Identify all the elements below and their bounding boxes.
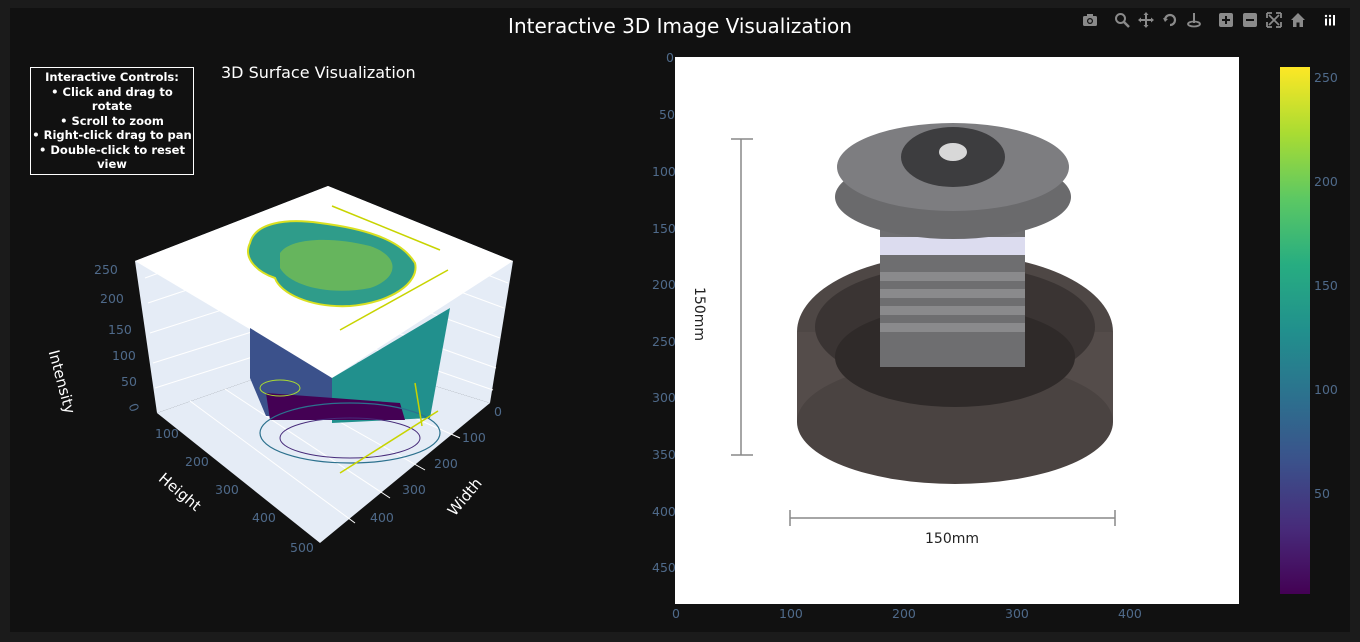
- autoscale-icon[interactable]: [1262, 10, 1286, 30]
- z-tick: 200: [100, 291, 124, 306]
- zoom-out-icon[interactable]: [1238, 10, 1262, 30]
- x-tick: 200: [185, 454, 209, 469]
- image-y-tick: 0: [666, 50, 674, 65]
- y-tick: 0: [494, 404, 502, 419]
- y-tick: 200: [434, 456, 458, 471]
- controls-line-zoom: • Scroll to zoom: [60, 113, 164, 128]
- x-tick: 300: [215, 482, 239, 497]
- plotly-logo-icon[interactable]: [1318, 10, 1342, 30]
- image-x-tick: 0: [672, 606, 680, 621]
- image-y-tick: 200: [652, 277, 676, 292]
- product-image: [731, 123, 1116, 526]
- image-x-tick: 100: [779, 606, 803, 621]
- colorbar-tick: 250: [1314, 70, 1338, 85]
- controls-line-pan: • Right-click drag to pan: [32, 128, 192, 142]
- y-tick: 300: [402, 482, 426, 497]
- image-x-tick: 300: [1005, 606, 1029, 621]
- image-x-tick: 200: [892, 606, 916, 621]
- turntable-rotation-icon[interactable]: [1182, 10, 1206, 30]
- colorbar-tick: 150: [1314, 278, 1338, 293]
- controls-line-rotate: • Click and drag to rotate: [51, 84, 173, 114]
- product-image-panel[interactable]: 150mm 150mm: [675, 57, 1239, 604]
- x-tick: 500: [290, 540, 314, 555]
- x-tick: 400: [252, 510, 276, 525]
- image-y-tick: 50: [659, 107, 675, 122]
- orbit-rotation-icon[interactable]: [1158, 10, 1182, 30]
- image-y-tick: 300: [652, 390, 676, 405]
- z-tick: 100: [112, 348, 136, 363]
- colorbar-tick: 200: [1314, 174, 1338, 189]
- colorbar: [1280, 67, 1310, 594]
- colorbar-tick: 50: [1314, 486, 1330, 501]
- figure-container: Interactive 3D Image Visualization Inter…: [10, 8, 1350, 632]
- image-x-tick: 400: [1118, 606, 1142, 621]
- image-y-tick: 350: [652, 447, 676, 462]
- surface-subtitle: 3D Surface Visualization: [221, 63, 416, 82]
- x-tick: 100: [155, 426, 179, 441]
- controls-heading: Interactive Controls:: [45, 70, 179, 84]
- dimension-label-horizontal: 150mm: [925, 531, 979, 547]
- zoom-in-icon[interactable]: [1214, 10, 1238, 30]
- z-tick: 250: [94, 262, 118, 277]
- camera-icon[interactable]: [1078, 10, 1102, 30]
- y-tick: 400: [370, 510, 394, 525]
- image-y-tick: 250: [652, 334, 676, 349]
- image-y-tick: 150: [652, 221, 676, 236]
- image-y-tick: 450: [652, 560, 676, 575]
- image-y-tick: 400: [652, 504, 676, 519]
- dimension-label-vertical: 150mm: [691, 287, 707, 341]
- controls-annotation: Interactive Controls: • Click and drag t…: [30, 67, 194, 175]
- image-y-tick: 100: [652, 164, 676, 179]
- y-tick: 100: [462, 430, 486, 445]
- z-tick: 50: [121, 374, 137, 389]
- z-tick: 150: [108, 322, 132, 337]
- zoom-icon[interactable]: [1110, 10, 1134, 30]
- pan-icon[interactable]: [1134, 10, 1158, 30]
- home-icon[interactable]: [1286, 10, 1310, 30]
- colorbar-tick: 100: [1314, 382, 1338, 397]
- modebar: [1078, 10, 1342, 30]
